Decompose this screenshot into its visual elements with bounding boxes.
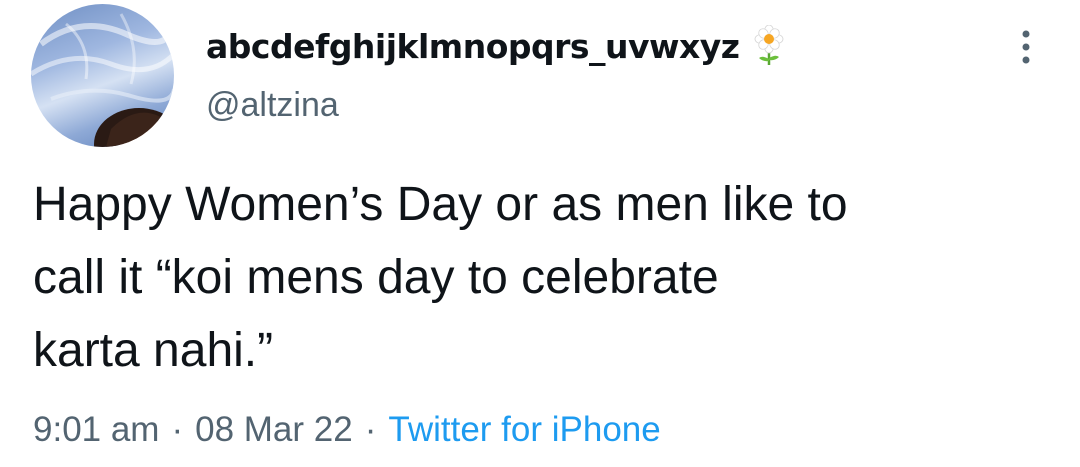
avatar[interactable] (31, 4, 174, 147)
author-handle[interactable]: @altzina (206, 86, 339, 125)
tweet-source-link[interactable]: Twitter for iPhone (388, 410, 660, 449)
avatar-image (31, 13, 174, 147)
more-options-icon[interactable] (1012, 26, 1040, 68)
flower-icon (754, 24, 784, 67)
meta-separator: · (171, 410, 184, 449)
author-name-row: abcdefghijklmnopqrs_uvwxyz (206, 20, 784, 72)
meta-separator: · (364, 410, 377, 449)
tweet-date[interactable]: 08 Mar 22 (195, 410, 353, 449)
tweet-meta: 9:01 am · 08 Mar 22 · Twitter for iPhone (33, 410, 661, 450)
author-display-name[interactable]: abcdefghijklmnopqrs_uvwxyz (206, 27, 740, 66)
tweet-text: Happy Women’s Day or as men like to call… (33, 178, 848, 377)
tweet-time[interactable]: 9:01 am (33, 410, 159, 449)
